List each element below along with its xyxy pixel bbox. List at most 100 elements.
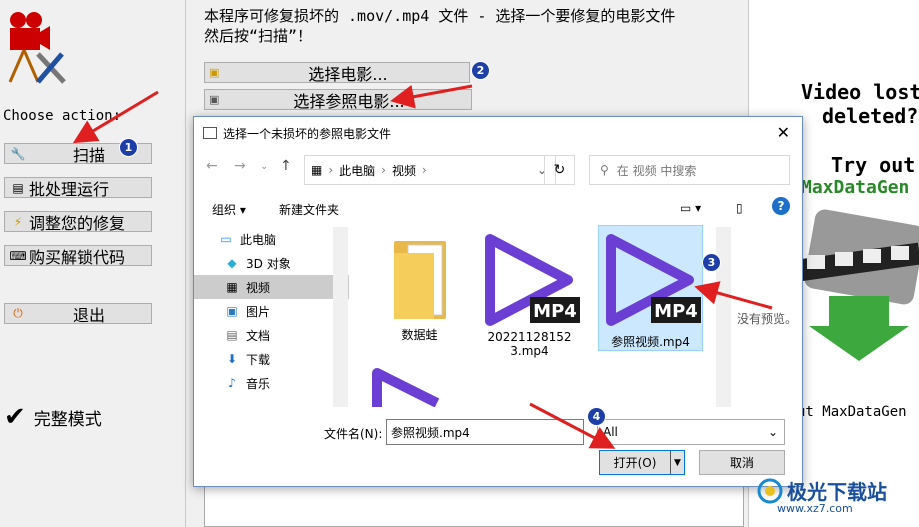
wrench-icon: 🔧 <box>10 146 26 161</box>
file-name: 参照视频.mp4 <box>611 335 690 349</box>
select-reference-movie-button[interactable]: ▣ 选择参照电影... <box>204 89 472 111</box>
batch-icon: ▤ <box>12 180 24 195</box>
movie-icon: ▣ <box>209 93 220 106</box>
breadcrumb-separator-icon: › <box>381 163 386 177</box>
refresh-button[interactable]: ↻ <box>544 155 575 185</box>
tree-label: 文档 <box>246 328 271 343</box>
search-placeholder: 在 视频 中搜索 <box>616 163 697 178</box>
keyboard-icon: ⌨ <box>9 248 27 263</box>
dialog-toolbar: 组织 ▾ 新建文件夹 ▭ ▾ ▯ ? <box>194 193 802 221</box>
window-icon <box>203 127 217 139</box>
select-reference-label: 选择参照电影... <box>293 91 405 111</box>
filename-input[interactable]: 参照视频.mp4 <box>386 419 584 445</box>
picture-icon: ▣ <box>226 304 238 318</box>
adjust-repair-label: 调整您的修复 <box>29 213 126 233</box>
address-bar[interactable]: ▦ › 此电脑 › 视频 › ⌄ <box>304 155 556 185</box>
description-text: 本程序可修复损坏的 .mov/.mp4 文件 - 选择一个要修复的电影文件 然后… <box>204 6 764 46</box>
refresh-icon: ↻ <box>553 162 566 178</box>
video-folder-icon: ▦ <box>226 280 238 294</box>
back-arrow-icon[interactable]: ← <box>206 158 218 174</box>
preview-pane-text: 没有预览。 <box>737 312 798 326</box>
full-mode-label: 完整模式 <box>33 409 102 430</box>
watermark-site-name: 极光下载站 <box>787 480 887 504</box>
mp4-play-icon: MP4 <box>605 234 701 326</box>
dropdown-arrow-icon[interactable]: ▼ <box>670 451 684 474</box>
file-item-folder[interactable]: 数据蛙 <box>367 233 472 351</box>
exit-button[interactable]: ⏻ 退出 <box>4 303 152 325</box>
select-movie-button[interactable]: ▣ 选择电影... <box>204 62 470 84</box>
filename-label: 文件名(N): <box>324 427 383 441</box>
cancel-button[interactable]: 取消 <box>699 450 785 475</box>
ad-headline-1: Video lost o <box>801 80 919 104</box>
lightning-icon: ⚡ <box>13 214 23 229</box>
breadcrumb-separator-icon: › <box>328 163 334 177</box>
batch-run-button[interactable]: ▤ 批处理运行 <box>4 177 152 199</box>
file-name: 202211281523.mp4 <box>487 330 572 358</box>
view-options-icon[interactable]: ▭ ▾ <box>680 201 701 215</box>
left-panel: Choose action: 🔧 扫描 ▤ 批处理运行 ⚡ 调整您的修复 ⌨ 购… <box>0 0 186 527</box>
checkmark-icon: ✔ <box>4 402 26 432</box>
tree-item-3d-objects[interactable]: ◆ 3D 对象 <box>194 251 349 275</box>
mp4-play-icon: MP4 <box>484 234 580 326</box>
description-line-1: 本程序可修复损坏的 .mov/.mp4 文件 - 选择一个要修复的电影文件 <box>204 7 676 25</box>
close-icon[interactable]: ✕ <box>777 123 790 142</box>
file-item-reference-video[interactable]: MP4 参照视频.mp4 <box>598 225 703 351</box>
folder-icon <box>393 241 446 319</box>
tree-label: 下载 <box>246 352 271 367</box>
new-folder-button[interactable]: 新建文件夹 <box>279 201 339 218</box>
search-input[interactable]: ⚲ 在 视频 中搜索 <box>589 155 790 185</box>
select-movie-label: 选择电影... <box>308 64 388 84</box>
breadcrumb-separator-icon: › <box>422 163 427 177</box>
dialog-titlebar: 选择一个未损坏的参照电影文件 ✕ <box>194 117 802 149</box>
tree-item-documents[interactable]: ▤ 文档 <box>194 323 349 347</box>
tree-label: 音乐 <box>246 376 271 391</box>
breadcrumb-videos[interactable]: 视频 <box>392 162 416 179</box>
file-name: 数据蛙 <box>401 328 438 342</box>
tree-item-videos[interactable]: ▦ 视频 <box>194 275 349 299</box>
files-scrollbar[interactable] <box>716 227 731 407</box>
help-icon[interactable]: ? <box>772 197 790 215</box>
preview-pane-icon[interactable]: ▯ <box>736 201 743 215</box>
buy-unlock-label: 购买解锁代码 <box>29 247 126 267</box>
up-arrow-icon[interactable]: ↑ <box>280 158 292 174</box>
file-item-mp4[interactable]: MP4 202211281523.mp4 <box>477 233 582 371</box>
step-badge-1: 1 <box>119 138 138 157</box>
exit-button-label: 退出 <box>72 305 105 325</box>
tree-item-downloads[interactable]: ⬇ 下载 <box>194 347 349 371</box>
tree-scrollbar[interactable] <box>333 227 348 407</box>
file-open-dialog: 选择一个未损坏的参照电影文件 ✕ ← → ⌄ ↑ ▦ › 此电脑 › 视频 › … <box>193 116 803 487</box>
breadcrumb-this-pc[interactable]: 此电脑 <box>339 162 375 179</box>
filetype-select[interactable]: All ⌄ <box>597 419 785 445</box>
full-mode-indicator: ✔ 完整模式 <box>4 402 102 432</box>
document-icon: ▤ <box>226 328 238 342</box>
tree-item-music[interactable]: ♪ 音乐 <box>194 371 349 395</box>
tree-label: 此电脑 <box>240 232 277 247</box>
organize-button[interactable]: 组织 ▾ <box>212 201 246 218</box>
navigation-tree: ▭ 此电脑 ◆ 3D 对象 ▦ 视频 ▣ 图片 ▤ 文档 ⬇ 下载 ♪ 音乐 <box>194 227 349 407</box>
mp4-play-icon <box>372 368 440 407</box>
tree-item-this-pc[interactable]: ▭ 此电脑 <box>194 227 349 251</box>
adjust-repair-button[interactable]: ⚡ 调整您的修复 <box>4 211 152 233</box>
open-button[interactable]: 打开(O) ▼ <box>599 450 685 475</box>
folder-path-icon: ▦ <box>311 163 323 177</box>
batch-run-label: 批处理运行 <box>29 179 110 199</box>
tree-label: 视频 <box>246 280 271 295</box>
watermark-logo-icon <box>757 478 783 503</box>
forward-arrow-icon[interactable]: → <box>234 158 246 174</box>
buy-unlock-button[interactable]: ⌨ 购买解锁代码 <box>4 245 152 267</box>
ad-product-name: MaxDataGen <box>801 177 910 198</box>
choose-action-label: Choose action: <box>3 108 122 124</box>
download-icon: ⬇ <box>226 352 238 366</box>
organize-label: 组织 <box>212 203 237 217</box>
chevron-down-icon: ⌄ <box>767 425 778 439</box>
recent-chevron-icon[interactable]: ⌄ <box>260 161 268 172</box>
app-logo-icon <box>8 12 66 84</box>
filetype-value: All <box>603 425 618 439</box>
ad-headline-2: deleted? <box>822 104 919 128</box>
navigation-bar: ← → ⌄ ↑ ▦ › 此电脑 › 视频 › ⌄ ↻ ⚲ 在 视频 中搜索 <box>194 153 802 185</box>
tree-item-pictures[interactable]: ▣ 图片 <box>194 299 349 323</box>
ad-footer-text: ut MaxDataGen <box>797 404 907 420</box>
ad-graphic-icon <box>799 209 919 361</box>
ad-headline-3: Try out <box>831 153 916 177</box>
movie-icon: ▣ <box>209 66 220 79</box>
